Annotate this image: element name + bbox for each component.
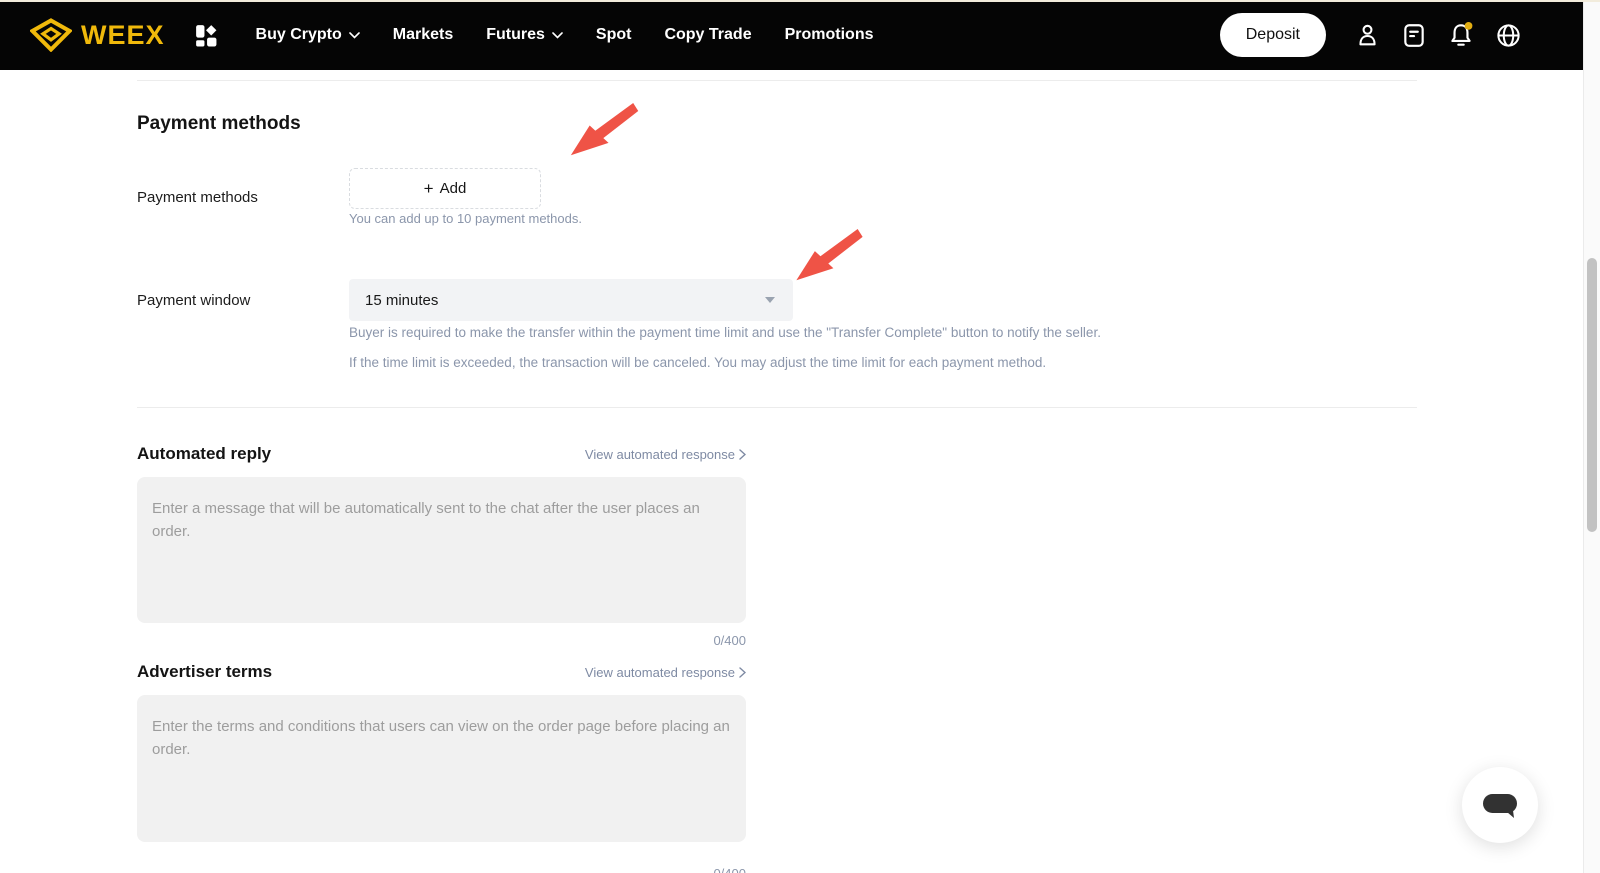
nav-item-label: Copy Trade (664, 26, 752, 43)
nav-item-label: Buy Crypto (255, 26, 342, 43)
deposit-button[interactable]: Deposit (1219, 13, 1326, 57)
top-navigation-bar: WEEX Buy Crypto Markets Futures Spot Cop… (0, 0, 1600, 70)
automated-reply-textarea[interactable] (137, 477, 746, 623)
nav-item-spot[interactable]: Spot (596, 26, 632, 44)
apps-grid-icon[interactable] (193, 23, 218, 48)
support-chat-button[interactable] (1462, 767, 1538, 843)
chat-bubble-icon (1483, 794, 1517, 818)
payment-methods-helper-text: You can add up to 10 payment methods. (349, 211, 582, 226)
payment-window-label: Payment window (137, 292, 251, 309)
plus-icon: + (423, 178, 434, 198)
view-automated-response-link[interactable]: View automated response (585, 447, 746, 462)
chevron-right-icon (739, 448, 746, 460)
weex-payment-settings-page: WEEX Buy Crypto Markets Futures Spot Cop… (0, 0, 1600, 873)
advertiser-terms-textarea[interactable] (137, 695, 746, 842)
nav-item-buy-crypto[interactable]: Buy Crypto (256, 26, 360, 44)
select-caret-icon (765, 297, 775, 303)
chevron-right-icon (739, 666, 746, 678)
user-icon[interactable] (1354, 22, 1381, 49)
main-menu: Buy Crypto Markets Futures Spot Copy Tra… (256, 26, 874, 44)
notification-bell-icon[interactable] (1447, 21, 1475, 49)
nav-item-label: Promotions (784, 26, 874, 43)
automated-reply-title: Automated reply (137, 444, 272, 463)
annotation-arrow (796, 229, 863, 281)
add-payment-method-button[interactable]: + Add (349, 168, 541, 209)
weex-diamond-logo-icon (30, 18, 72, 52)
weex-logo[interactable]: WEEX (30, 18, 165, 52)
page-scrollbar-thumb[interactable] (1587, 258, 1597, 532)
payment-window-select[interactable]: 15 minutes (349, 279, 793, 321)
automated-reply-counter: 0/400 (713, 633, 746, 648)
payment-window-helper-2: If the time limit is exceeded, the trans… (349, 355, 1047, 370)
nav-item-label: Spot (595, 26, 632, 43)
page-title: Payment methods (137, 113, 301, 134)
page-scrollbar-track[interactable] (1583, 0, 1600, 873)
language-globe-icon[interactable] (1495, 22, 1522, 49)
payment-methods-label: Payment methods (137, 189, 258, 206)
nav-item-futures[interactable]: Futures (486, 26, 563, 44)
chevron-down-icon (348, 31, 360, 39)
section-divider-top (137, 80, 1417, 81)
annotation-arrow (570, 103, 639, 156)
section-divider-middle (137, 407, 1417, 408)
nav-item-label: Markets (392, 26, 454, 43)
nav-item-copy-trade[interactable]: Copy Trade (664, 26, 751, 44)
nav-item-promotions[interactable]: Promotions (785, 26, 874, 44)
advertiser-terms-title: Advertiser terms (137, 662, 273, 681)
view-link-label: View automated response (584, 664, 735, 680)
nav-item-markets[interactable]: Markets (393, 26, 453, 44)
notification-dot (1464, 21, 1473, 30)
view-automated-response-link[interactable]: View automated response (585, 665, 746, 680)
automated-reply-header: Automated reply View automated response (137, 444, 746, 464)
payment-window-value: 15 minutes (365, 291, 439, 309)
payment-window-helper-1: Buyer is required to make the transfer w… (349, 325, 1101, 340)
nav-item-label: Futures (486, 26, 545, 43)
orders-icon[interactable] (1401, 22, 1427, 48)
advertiser-terms-header: Advertiser terms View automated response (137, 662, 746, 682)
window-top-edge (0, 0, 1600, 2)
view-link-label: View automated response (584, 446, 735, 462)
brand-name: WEEX (81, 19, 165, 50)
advertiser-terms-counter: 0/400 (137, 866, 746, 873)
add-button-label: Add (439, 180, 467, 197)
chevron-down-icon (552, 31, 563, 39)
